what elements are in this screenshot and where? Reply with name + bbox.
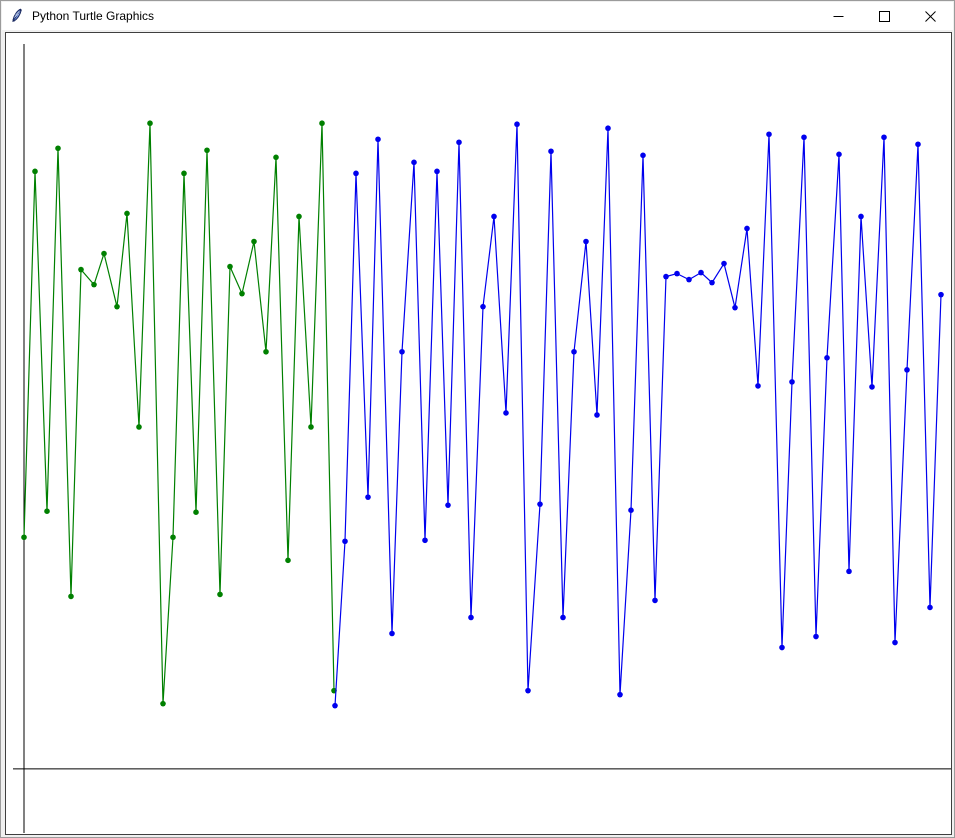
blue-series-data-point bbox=[846, 569, 852, 575]
blue-series-data-point bbox=[422, 537, 428, 543]
green-series-data-point bbox=[296, 214, 302, 220]
green-series-data-point bbox=[68, 594, 74, 600]
blue-series-data-point bbox=[445, 502, 451, 508]
blue-series-data-point bbox=[503, 410, 509, 416]
green-series-data-point bbox=[239, 291, 245, 297]
blue-series-data-point bbox=[548, 148, 554, 154]
green-series-data-point bbox=[273, 155, 279, 161]
green-series-data-point bbox=[170, 534, 176, 540]
green-series-data-point bbox=[91, 282, 97, 288]
blue-series-data-point bbox=[560, 615, 566, 621]
green-series-data-point bbox=[263, 349, 269, 355]
blue-series-data-point bbox=[938, 292, 944, 298]
blue-series-data-point bbox=[353, 171, 359, 177]
blue-series-data-point bbox=[779, 645, 785, 651]
blue-series-data-point bbox=[892, 640, 898, 646]
blue-series-data-point bbox=[755, 383, 761, 389]
green-series-data-point bbox=[44, 508, 50, 514]
blue-series-data-point bbox=[766, 131, 772, 137]
green-series-data-point bbox=[78, 267, 84, 273]
blue-series-data-point bbox=[721, 261, 727, 267]
blue-series-data-point bbox=[480, 304, 486, 310]
turtle-canvas bbox=[5, 32, 952, 835]
blue-series-data-point bbox=[869, 384, 875, 390]
blue-series-data-point bbox=[365, 494, 371, 500]
green-series-line bbox=[24, 123, 334, 703]
blue-series-data-point bbox=[628, 507, 634, 513]
green-series-data-point bbox=[32, 169, 38, 175]
blue-series-data-point bbox=[915, 141, 921, 147]
blue-series-data-point bbox=[836, 151, 842, 157]
green-series-data-point bbox=[217, 592, 223, 598]
blue-series-data-point bbox=[698, 270, 704, 276]
blue-series-data-point bbox=[594, 412, 600, 418]
green-series-data-point bbox=[160, 701, 166, 707]
green-series-data-point bbox=[136, 424, 142, 430]
blue-series-data-point bbox=[858, 214, 864, 220]
tk-feather-icon bbox=[9, 8, 25, 24]
blue-series-data-point bbox=[927, 605, 933, 611]
blue-series-data-point bbox=[617, 692, 623, 698]
blue-series-data-point bbox=[525, 688, 531, 694]
blue-series-data-point bbox=[663, 274, 669, 280]
blue-series-data-point bbox=[674, 271, 680, 277]
green-series-data-point bbox=[101, 251, 107, 257]
blue-series-data-point bbox=[605, 125, 611, 131]
blue-series-line bbox=[335, 124, 941, 705]
green-series-data-point bbox=[308, 424, 314, 430]
green-series-data-point bbox=[147, 120, 153, 126]
green-series-data-point bbox=[204, 147, 210, 153]
blue-series-data-point bbox=[389, 631, 395, 637]
turtle-plot bbox=[6, 33, 951, 834]
blue-series-data-point bbox=[801, 134, 807, 140]
window-title: Python Turtle Graphics bbox=[32, 9, 154, 23]
window-controls bbox=[815, 2, 953, 30]
green-series-data-point bbox=[319, 120, 325, 126]
green-series-data-point bbox=[251, 239, 257, 245]
blue-series-data-point bbox=[732, 305, 738, 311]
close-icon bbox=[925, 11, 936, 22]
maximize-button[interactable] bbox=[861, 2, 907, 30]
green-series-data-point bbox=[114, 304, 120, 310]
blue-series-data-point bbox=[640, 152, 646, 158]
blue-series-data-point bbox=[881, 134, 887, 140]
blue-series-data-point bbox=[468, 615, 474, 621]
blue-series-data-point bbox=[686, 277, 692, 283]
blue-series-data-point bbox=[904, 367, 910, 373]
green-series-data-point bbox=[124, 211, 130, 217]
blue-series-data-point bbox=[375, 136, 381, 142]
blue-series-data-point bbox=[456, 139, 462, 145]
minimize-button[interactable] bbox=[815, 2, 861, 30]
title-bar: Python Turtle Graphics bbox=[2, 2, 953, 30]
blue-series-data-point bbox=[434, 169, 440, 175]
turtle-graphics-window: Python Turtle Graphics bbox=[0, 0, 955, 838]
green-series-data-point bbox=[181, 171, 187, 177]
minimize-icon bbox=[833, 11, 844, 22]
green-series-data-point bbox=[21, 534, 27, 540]
blue-series-data-point bbox=[332, 703, 338, 709]
green-series-data-point bbox=[193, 509, 199, 515]
blue-series-data-point bbox=[583, 239, 589, 245]
blue-series-data-point bbox=[342, 538, 348, 544]
close-button[interactable] bbox=[907, 2, 953, 30]
blue-series-data-point bbox=[789, 379, 795, 385]
blue-series-data-point bbox=[411, 160, 417, 166]
blue-series-data-point bbox=[491, 214, 497, 220]
blue-series-data-point bbox=[399, 349, 405, 355]
maximize-icon bbox=[879, 11, 890, 22]
blue-series-data-point bbox=[709, 280, 715, 286]
green-series-data-point bbox=[55, 145, 61, 151]
blue-series-data-point bbox=[813, 634, 819, 640]
blue-series-data-point bbox=[824, 355, 830, 361]
green-series-data-point bbox=[227, 264, 233, 270]
blue-series-data-point bbox=[744, 226, 750, 232]
blue-series-data-point bbox=[652, 598, 658, 604]
blue-series-data-point bbox=[514, 121, 520, 127]
green-series-data-point bbox=[285, 558, 291, 564]
blue-series-data-point bbox=[537, 501, 543, 507]
blue-series-data-point bbox=[571, 349, 577, 355]
